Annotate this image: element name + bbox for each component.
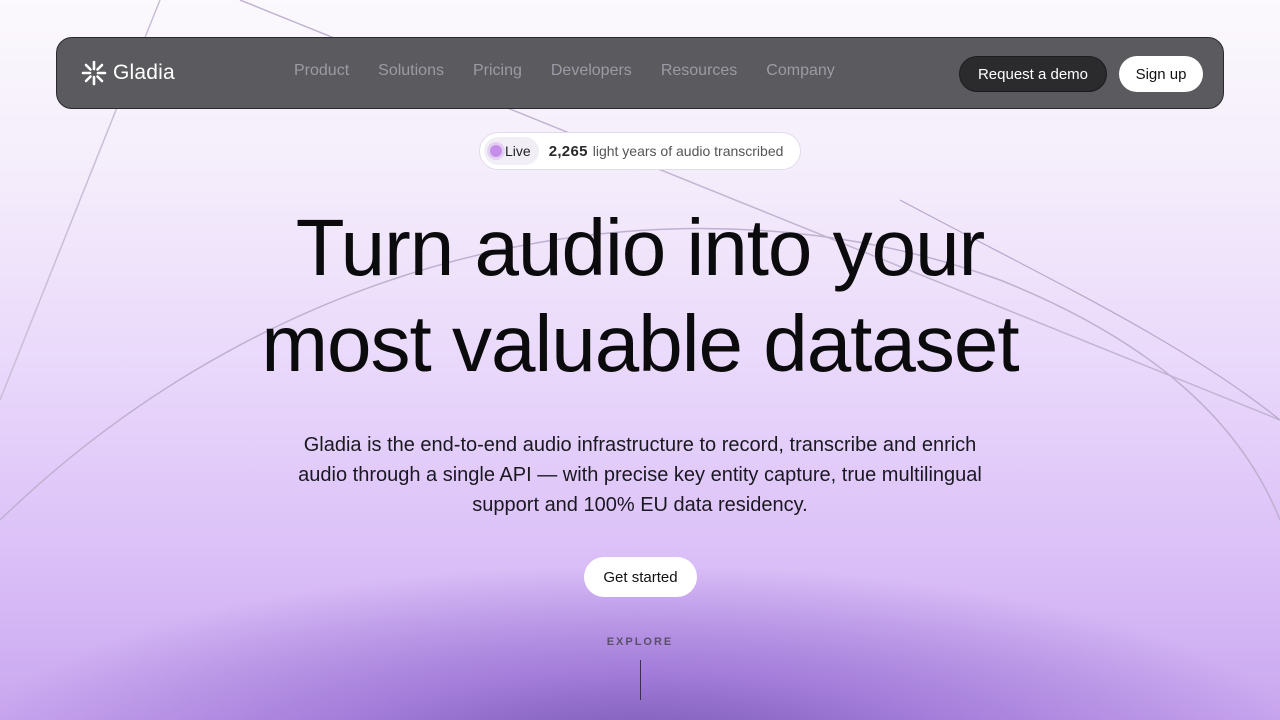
live-label: Live [505, 143, 531, 159]
explore-line-divider [640, 660, 641, 700]
gladia-snowflake-icon [81, 60, 107, 86]
live-badge: Live [484, 137, 539, 165]
main-menu: Product Solutions Pricing Developers Res… [294, 62, 864, 80]
hero-title-line-2: most valuable dataset [261, 299, 1019, 388]
brand-name: Gladia [113, 61, 175, 84]
hero-subtitle: Gladia is the end-to-end audio infrastru… [298, 434, 982, 516]
menu-item-developers[interactable]: Developers [551, 62, 632, 80]
hero-title-line-1: Turn audio into your [295, 203, 986, 292]
sign-up-button[interactable]: Sign up [1119, 56, 1203, 92]
live-description: light years of audio transcribed [592, 143, 784, 159]
hero-title: Turn audio into your most valuable datas… [140, 200, 1140, 392]
menu-item-resources[interactable]: Resources [661, 62, 737, 80]
menu-item-company[interactable]: Company [766, 62, 834, 80]
top-navigation: Gladia Product Solutions Pricing Develop… [56, 37, 1224, 109]
explore-label[interactable]: EXPLORE [560, 636, 720, 648]
menu-item-solutions[interactable]: Solutions [378, 62, 444, 80]
menu-item-pricing[interactable]: Pricing [473, 62, 522, 80]
brand-logo[interactable]: Gladia [81, 60, 175, 86]
menu-item-product[interactable]: Product [294, 62, 349, 80]
live-count: 2,265 [548, 142, 588, 160]
live-counter-pill: Live 2,265 light years of audio transcri… [479, 132, 801, 170]
live-dot-icon [490, 145, 502, 157]
request-demo-button[interactable]: Request a demo [959, 56, 1107, 92]
get-started-button[interactable]: Get started [584, 557, 697, 597]
